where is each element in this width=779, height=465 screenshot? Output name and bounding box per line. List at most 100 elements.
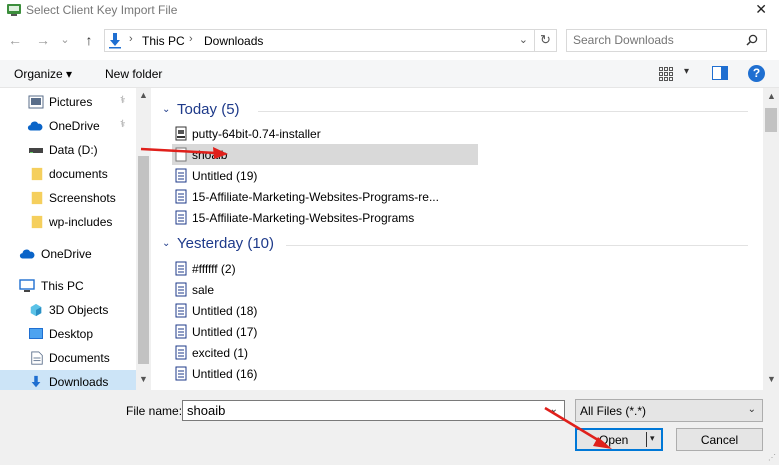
nav-item-documents[interactable]: Documents bbox=[0, 346, 136, 370]
collapse-icon[interactable]: ⌄ bbox=[162, 238, 170, 249]
forward-icon[interactable]: → bbox=[34, 32, 52, 48]
nav-item-label: 3D Objects bbox=[49, 303, 109, 317]
file-row[interactable]: excited (1) bbox=[172, 342, 478, 363]
file-name-label: File name: bbox=[126, 404, 183, 418]
onedrive-icon bbox=[27, 121, 43, 131]
nav-item-documents-folder[interactable]: documents bbox=[0, 162, 136, 186]
scroll-down-icon[interactable]: ▼ bbox=[139, 374, 148, 384]
nav-item-label: OneDrive bbox=[49, 119, 100, 133]
nav-item-desktop[interactable]: Desktop bbox=[0, 322, 136, 346]
breadcrumb-downloads[interactable]: Downloads bbox=[204, 34, 263, 48]
view-options-icon[interactable] bbox=[658, 66, 674, 82]
nav-item-onedrive-root[interactable]: OneDrive bbox=[0, 242, 136, 266]
file-name-box: ⌄ bbox=[182, 400, 565, 421]
file-row-selected[interactable]: shoaib bbox=[172, 144, 478, 165]
file-row[interactable]: Untitled (18) bbox=[172, 300, 478, 321]
documents-icon bbox=[31, 351, 43, 365]
group-header-yesterday[interactable]: ⌄ Yesterday (10) bbox=[162, 234, 752, 256]
file-scrollbar[interactable]: ▲ ▼ bbox=[763, 88, 779, 390]
new-folder-button[interactable]: New folder bbox=[105, 67, 162, 81]
file-row[interactable]: sale bbox=[172, 279, 478, 300]
file-row[interactable]: 15-Affiliate-Marketing-Websites-Programs… bbox=[172, 186, 478, 207]
onedrive-icon bbox=[19, 249, 35, 259]
organize-button[interactable]: Organize ▾ bbox=[14, 67, 72, 81]
file-name: Untitled (19) bbox=[192, 169, 258, 183]
folder-icon bbox=[31, 191, 43, 205]
group-divider bbox=[286, 245, 748, 246]
downloads-icon bbox=[109, 33, 121, 49]
collapse-icon[interactable]: ⌄ bbox=[162, 104, 170, 115]
group-header-today[interactable]: ⌄ Today (5) bbox=[162, 100, 752, 122]
open-dropdown-icon[interactable]: ▾ bbox=[650, 433, 655, 444]
nav-item-label: documents bbox=[49, 167, 108, 181]
preview-pane-icon[interactable] bbox=[712, 66, 728, 81]
nav-item-downloads[interactable]: Downloads bbox=[0, 370, 136, 390]
recent-locations-icon[interactable]: ⌄ bbox=[56, 33, 74, 46]
nav-scrollbar[interactable]: ▲ ▼ bbox=[136, 88, 151, 390]
file-type-select[interactable]: All Files (*.*) ⌄ bbox=[575, 399, 763, 422]
open-button[interactable]: Open ▾ bbox=[575, 428, 663, 451]
nav-item-pictures[interactable]: Pictures ⚕ bbox=[0, 90, 136, 114]
document-icon bbox=[175, 345, 187, 360]
refresh-icon[interactable]: ↻ bbox=[534, 30, 556, 51]
pictures-icon bbox=[28, 95, 44, 109]
group-title: Today (5) bbox=[177, 101, 240, 118]
chevron-down-icon: ⌄ bbox=[747, 404, 756, 415]
file-row[interactable]: Untitled (19) bbox=[172, 165, 478, 186]
cancel-button-label: Cancel bbox=[700, 433, 739, 447]
breadcrumb-separator: › bbox=[189, 33, 193, 45]
scrollbar-thumb[interactable] bbox=[138, 156, 149, 364]
file-name: sale bbox=[192, 283, 215, 297]
nav-item-wp-includes[interactable]: wp-includes bbox=[0, 210, 136, 234]
up-icon[interactable]: ↑ bbox=[80, 32, 98, 48]
nav-item-screenshots[interactable]: Screenshots bbox=[0, 186, 136, 210]
pc-icon bbox=[19, 279, 35, 292]
file-row[interactable]: #ffffff (2) bbox=[172, 258, 478, 279]
search-input[interactable] bbox=[573, 33, 743, 47]
nav-item-label: Pictures bbox=[49, 95, 93, 109]
view-dropdown-icon[interactable]: ▾ bbox=[684, 66, 689, 77]
file-name: Untitled (18) bbox=[192, 304, 258, 318]
search-box bbox=[566, 29, 767, 52]
file-row[interactable]: putty-64bit-0.74-installer bbox=[172, 123, 478, 144]
split-divider bbox=[646, 432, 647, 447]
address-dropdown-icon[interactable]: ⌄ bbox=[519, 33, 528, 46]
file-row[interactable]: 15-Affiliate-Marketing-Websites-Programs bbox=[172, 207, 478, 228]
file-type-value: All Files (*.*) bbox=[580, 404, 647, 418]
file-name-input[interactable] bbox=[187, 403, 527, 418]
document-icon bbox=[175, 282, 187, 297]
back-icon[interactable]: ← bbox=[6, 32, 24, 48]
file-name: excited (1) bbox=[192, 346, 249, 360]
file-row[interactable]: Untitled (16) bbox=[172, 363, 478, 384]
pin-icon: ⚕ bbox=[120, 95, 126, 106]
breadcrumb-this-pc[interactable]: This PC bbox=[142, 34, 185, 48]
dialog-footer: File name: ⌄ All Files (*.*) ⌄ Open ▾ Ca… bbox=[0, 390, 779, 465]
cancel-button[interactable]: Cancel bbox=[676, 428, 763, 451]
scroll-up-icon[interactable]: ▲ bbox=[767, 91, 776, 101]
title-bar: Select Client Key Import File ✕ bbox=[0, 0, 779, 22]
scroll-up-icon[interactable]: ▲ bbox=[139, 90, 148, 100]
nav-item-label: Downloads bbox=[49, 375, 109, 389]
nav-item-onedrive[interactable]: OneDrive ⚕ bbox=[0, 114, 136, 138]
file-name-dropdown-icon[interactable]: ⌄ bbox=[550, 404, 558, 415]
nav-item-data-drive[interactable]: Data (D:) bbox=[0, 138, 136, 162]
resize-grip-icon[interactable]: ⋰ bbox=[768, 453, 776, 462]
document-icon bbox=[175, 189, 187, 204]
drive-icon bbox=[29, 148, 43, 153]
document-icon bbox=[175, 324, 187, 339]
nav-item-this-pc[interactable]: This PC bbox=[0, 274, 136, 298]
folder-icon bbox=[31, 215, 43, 229]
scrollbar-thumb[interactable] bbox=[765, 108, 777, 132]
file-icon bbox=[175, 147, 187, 162]
close-icon[interactable]: ✕ bbox=[755, 1, 767, 18]
address-row: ← → ⌄ ↑ › This PC › Downloads ⌄ ↻ bbox=[0, 28, 779, 54]
nav-item-3d-objects[interactable]: 3D Objects bbox=[0, 298, 136, 322]
help-icon[interactable]: ? bbox=[748, 65, 765, 82]
address-bar[interactable]: › This PC › Downloads ⌄ ↻ bbox=[104, 29, 557, 52]
command-bar: Organize ▾ New folder ▾ ? bbox=[0, 60, 779, 88]
desktop-icon bbox=[29, 328, 43, 339]
file-row[interactable]: Untitled (17) bbox=[172, 321, 478, 342]
file-name: 15-Affiliate-Marketing-Websites-Programs bbox=[192, 211, 415, 225]
scroll-down-icon[interactable]: ▼ bbox=[767, 374, 776, 384]
document-icon bbox=[175, 261, 187, 276]
